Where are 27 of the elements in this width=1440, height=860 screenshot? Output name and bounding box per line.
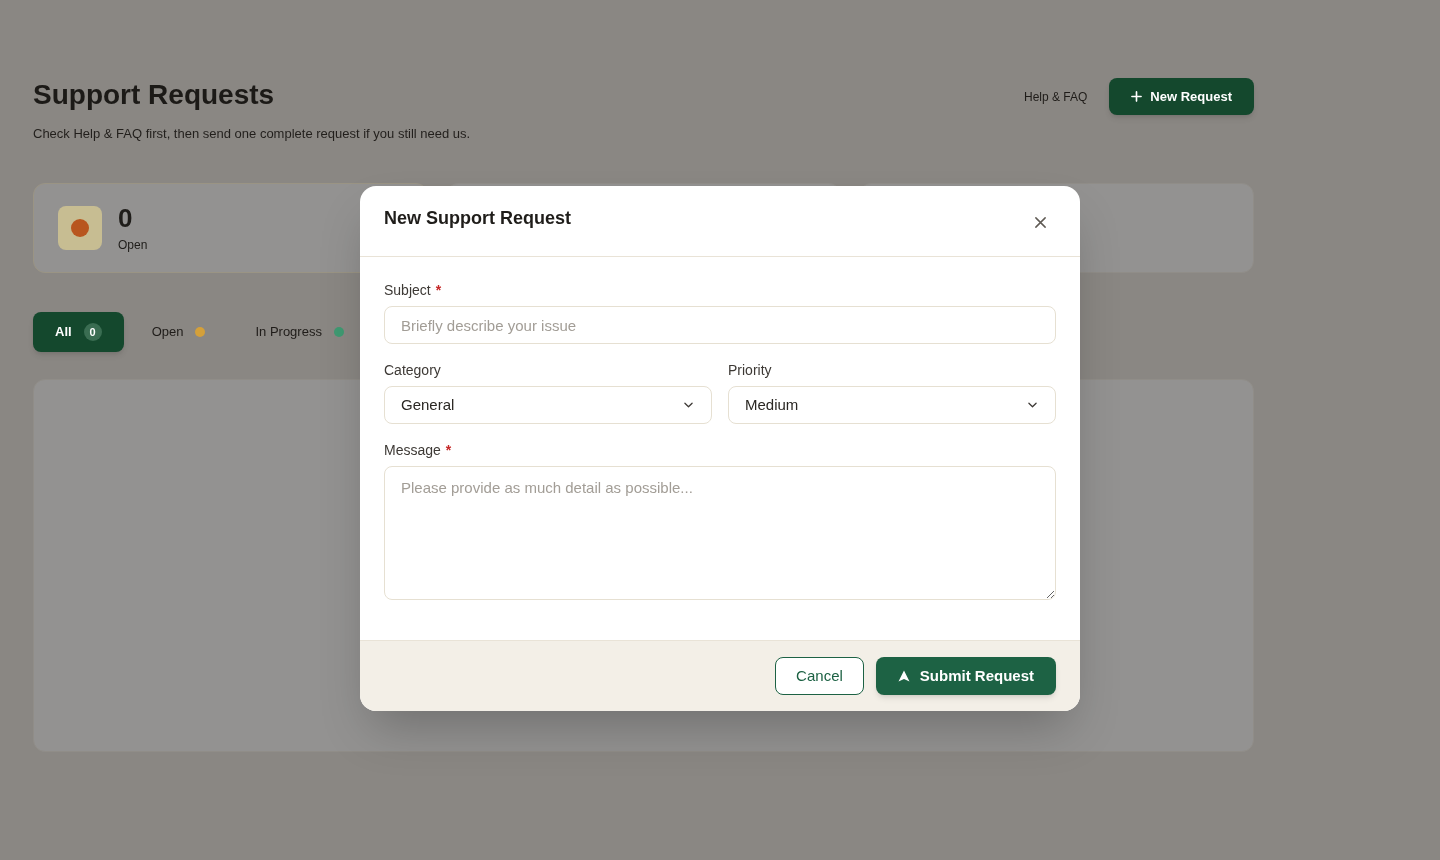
filter-tab[interactable]: Open [129,312,228,352]
dialog-title: New Support Request [384,207,571,230]
filter-tab[interactable]: All 0 [33,312,124,352]
arrow-icon [897,670,910,682]
stat-label: Open [118,237,148,253]
field-label: Category [384,360,441,380]
new-request-button[interactable]: New Request [1109,78,1254,115]
field-label: Subject [384,280,431,300]
select-field[interactable]: General [384,386,712,424]
message-textarea[interactable]: Please provide as much detail as possible... [384,466,1056,600]
field-label: Priority [728,360,772,380]
chevron-down-icon [1028,402,1037,408]
select-field[interactable]: Medium [728,386,1056,424]
field-label: Message [384,440,441,460]
required-mark: * [435,280,442,300]
help-link[interactable]: Help & FAQ [1024,87,1088,106]
chevron-down-icon [684,402,693,408]
close-icon [1033,215,1047,229]
cancel-button[interactable]: Cancel [775,657,864,695]
submit-button[interactable]: Submit Request [875,657,1056,695]
plus-icon [1131,91,1143,102]
stat-value: 0 [118,203,134,233]
page-title: Support Requests [33,78,276,112]
count-badge: 0 [83,323,102,341]
required-mark: * [445,440,452,460]
page-subtitle: Check Help & FAQ first, then send one complete request if you still need us. [33,125,471,143]
subject-input[interactable]: Briefly describe your issue [384,306,1056,344]
